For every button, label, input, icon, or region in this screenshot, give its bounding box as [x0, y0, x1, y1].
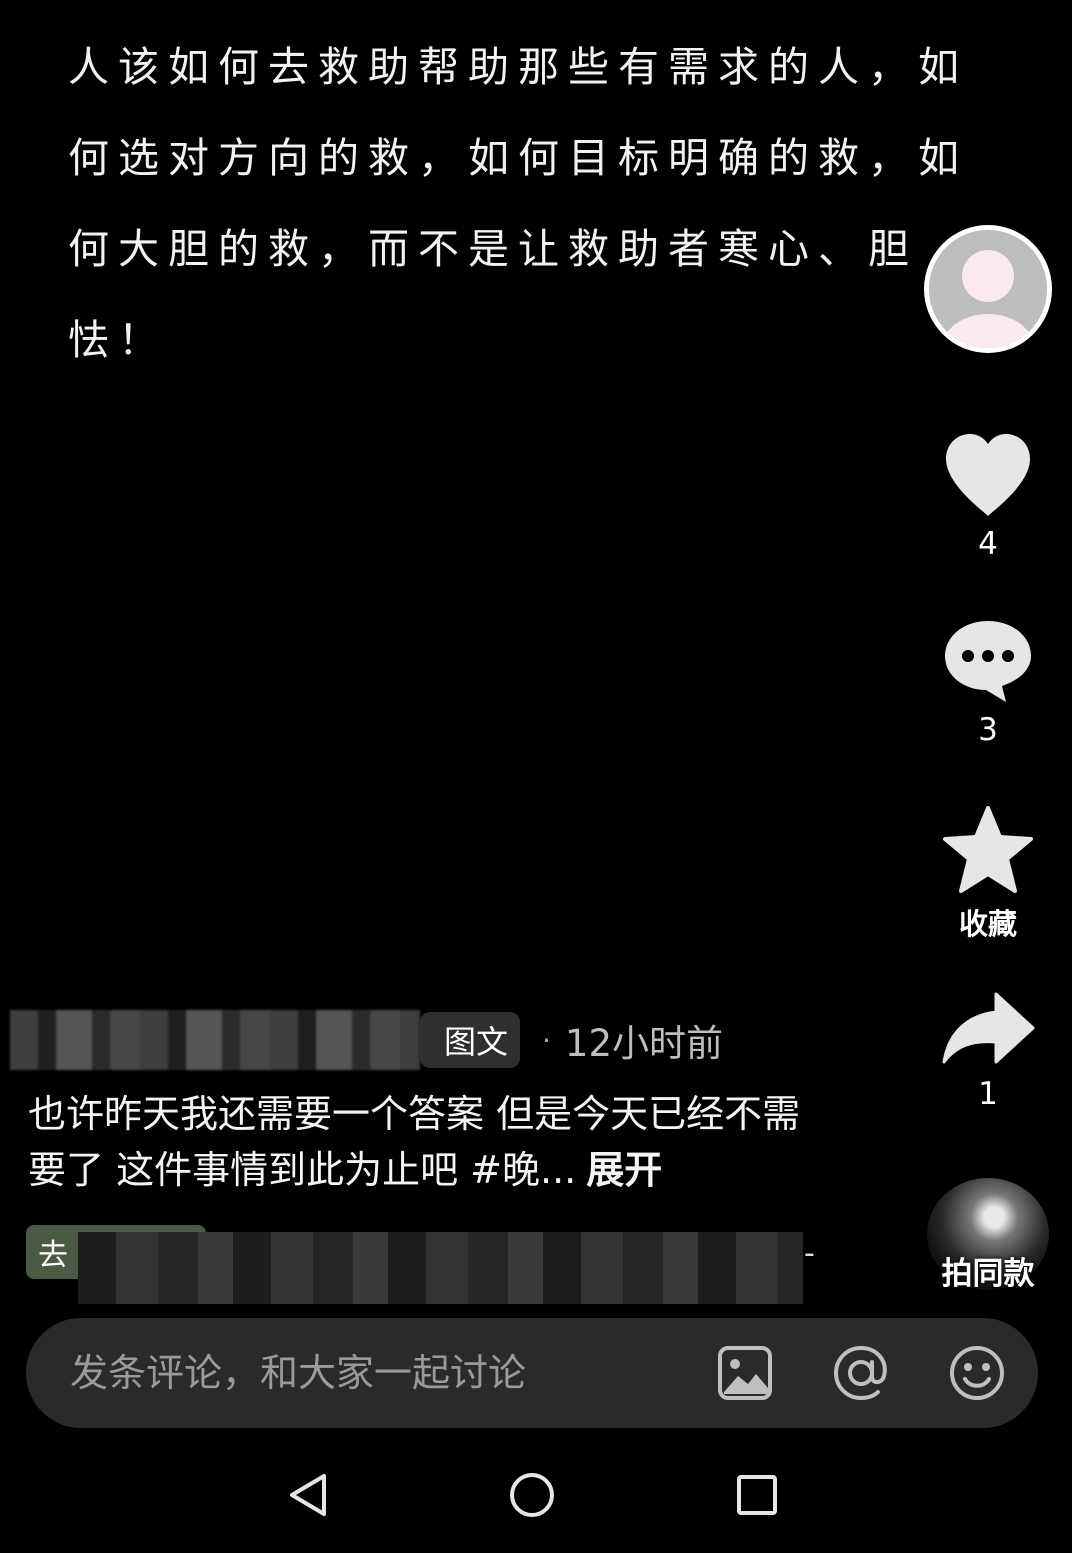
system-nav-bar: [0, 1450, 1072, 1553]
author-avatar-button[interactable]: [918, 225, 1058, 360]
post-screen: 人该如何去救助帮助那些有需求的人，如何选对方向的救，如何目标明确的救，如何大胆的…: [0, 0, 1072, 1553]
expand-button[interactable]: 展开: [586, 1148, 662, 1192]
like-button[interactable]: 4: [918, 432, 1058, 562]
smiley-icon[interactable]: [948, 1344, 1006, 1402]
square-recent-icon[interactable]: [732, 1470, 782, 1520]
same-style-button[interactable]: 拍同款: [918, 1178, 1058, 1292]
share-button[interactable]: 1: [918, 990, 1058, 1112]
link-text-redacted[interactable]: [78, 1232, 803, 1304]
comment-button[interactable]: 3: [918, 618, 1058, 748]
post-body-text: 人该如何去救助帮助那些有需求的人，如何选对方向的救，如何目标明确的救，如何大胆的…: [68, 43, 968, 364]
caption-text: 也许昨天我还需要一个答案 但是今天已经不需要了 这件事情到此为止吧 #晚...: [28, 1092, 801, 1192]
speech-bubble-icon: [945, 621, 1031, 702]
at-mention-icon[interactable]: [832, 1344, 890, 1402]
triangle-back-icon[interactable]: [284, 1470, 334, 1520]
post-time: 12小时前: [564, 1022, 724, 1065]
same-style-label: 拍同款: [941, 1256, 1035, 1292]
avatar: [924, 225, 1052, 353]
meta-separator: ·: [542, 1023, 551, 1057]
caption: 也许昨天我还需要一个答案 但是今天已经不需要了 这件事情到此为止吧 #晚... 展…: [28, 1086, 808, 1198]
circle-home-icon[interactable]: [507, 1470, 557, 1520]
post-meta: 图文 · 12小时前: [10, 1005, 810, 1075]
link-dash: -: [804, 1236, 815, 1271]
heart-icon: [946, 434, 1030, 516]
collect-button[interactable]: 收藏: [918, 805, 1058, 943]
author-name-redacted[interactable]: [10, 1010, 420, 1070]
comment-input-bar[interactable]: 发条评论，和大家一起讨论: [26, 1318, 1038, 1428]
post-type-tag: 图文: [420, 1012, 521, 1068]
like-count: 4: [978, 526, 998, 562]
star-icon: [943, 806, 1033, 893]
image-icon[interactable]: [716, 1344, 774, 1402]
go-link-label: 去: [38, 1238, 68, 1273]
default-user-avatar-icon: [929, 230, 1047, 348]
collect-label: 收藏: [958, 907, 1017, 941]
comment-count: 3: [978, 712, 998, 748]
share-arrow-icon: [942, 992, 1035, 1064]
post-type-label: 图文: [444, 1023, 509, 1061]
share-count: 1: [978, 1076, 998, 1112]
comment-input-placeholder[interactable]: 发条评论，和大家一起讨论: [70, 1318, 526, 1428]
